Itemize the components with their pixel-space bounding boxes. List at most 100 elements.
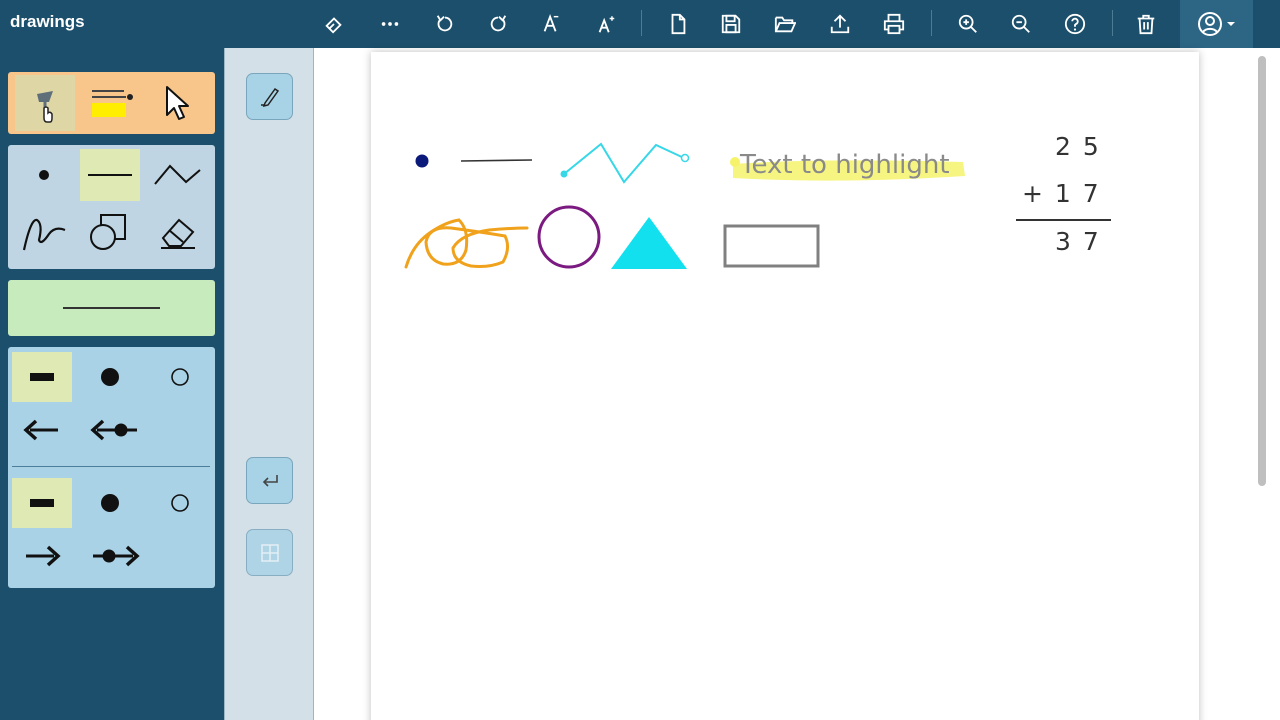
save-icon: [721, 14, 741, 34]
toolbar-separator: [1112, 10, 1113, 36]
highlight-text[interactable]: Text to highlight: [740, 150, 950, 180]
grid-icon: [260, 543, 279, 562]
flat-end-icon: [30, 499, 54, 507]
more-button[interactable]: [373, 8, 407, 40]
freehand-icon: [22, 218, 66, 251]
upload-icon: [830, 14, 850, 34]
side-action-strip: [224, 48, 314, 720]
new-file-button[interactable]: [661, 8, 695, 40]
undo-icon: [436, 15, 453, 32]
freehand-shape-button[interactable]: [14, 203, 74, 261]
eraser-shape-button[interactable]: [148, 203, 208, 261]
font-decrease-button[interactable]: [534, 8, 568, 40]
start-open-circle-button[interactable]: [150, 352, 210, 402]
open-folder-icon: [774, 16, 796, 33]
pencil-icon: [260, 87, 279, 107]
pen-tool-icon: [37, 91, 53, 123]
stroke-width-preview: [63, 307, 160, 309]
delete-button[interactable]: [1129, 8, 1163, 40]
end-dot-arrow-button[interactable]: [80, 531, 150, 581]
open-folder-button[interactable]: [768, 8, 802, 40]
filled-dot-icon: [101, 494, 119, 512]
top-toolbar: drawings: [0, 0, 1280, 48]
font-increase-button[interactable]: [589, 8, 623, 40]
end-open-circle-button[interactable]: [150, 478, 210, 528]
shape-selector: [8, 145, 215, 269]
end-arrow-button[interactable]: [12, 531, 72, 581]
polyline-shape-button[interactable]: [148, 149, 208, 201]
polyline-start-dot[interactable]: [560, 170, 568, 178]
new-file-icon: [671, 13, 686, 35]
font-increase-icon: [598, 16, 615, 33]
end-round-button[interactable]: [80, 478, 140, 528]
drawn-triangle[interactable]: [611, 217, 687, 269]
highlighter-icon: [92, 90, 133, 117]
enter-button[interactable]: [246, 457, 293, 504]
end-flat-button[interactable]: [12, 478, 72, 528]
stroke-width-selector[interactable]: [8, 280, 215, 336]
arrow-right-icon: [26, 545, 61, 567]
font-decrease-icon: [543, 14, 559, 32]
zoom-in-icon: [958, 14, 977, 33]
grid-button[interactable]: [246, 529, 293, 576]
help-button[interactable]: [1058, 8, 1092, 40]
filled-dot-icon: [101, 368, 119, 386]
return-icon: [262, 474, 278, 487]
redo-button[interactable]: [481, 8, 515, 40]
arrow-dot-left-icon: [90, 419, 137, 441]
eraser-icon: [325, 17, 342, 34]
toolbar-separator: [931, 10, 932, 36]
print-icon: [883, 13, 905, 35]
line-icon: [88, 174, 132, 176]
user-icon: [1197, 12, 1235, 36]
toolbar-separator: [641, 10, 642, 36]
vertical-scrollbar[interactable]: [1258, 56, 1266, 486]
shape-tool-button[interactable]: [80, 203, 140, 261]
select-tool-button[interactable]: [146, 75, 206, 131]
open-circle-icon: [171, 368, 189, 386]
print-button[interactable]: [877, 8, 911, 40]
drawn-line[interactable]: [460, 159, 533, 162]
dot-icon: [39, 170, 49, 180]
drawn-dot[interactable]: [415, 154, 429, 168]
drawn-rectangle[interactable]: [723, 224, 820, 268]
zoom-out-icon: [1011, 14, 1030, 33]
tools-panel: [0, 48, 224, 720]
more-icon: [381, 22, 399, 26]
canvas-area[interactable]: Text to highlight 2 5 + 1 7 3 7: [314, 48, 1280, 720]
math-row-1[interactable]: 2 5: [1055, 132, 1101, 161]
highlighter-tool-button[interactable]: [80, 75, 140, 131]
pen-tool-button[interactable]: [15, 75, 75, 131]
start-round-button[interactable]: [80, 352, 140, 402]
math-row-2[interactable]: + 1 7: [1022, 179, 1101, 208]
edit-mode-button[interactable]: [246, 73, 293, 120]
redo-icon: [490, 15, 507, 32]
drawn-circle[interactable]: [537, 205, 601, 269]
open-circle-icon: [171, 494, 189, 512]
polyline-icon: [154, 164, 201, 185]
line-shape-button[interactable]: [80, 149, 140, 201]
help-icon: [1064, 13, 1086, 35]
upload-button[interactable]: [823, 8, 857, 40]
start-arrow-dot-button[interactable]: [80, 405, 150, 455]
dot-shape-button[interactable]: [14, 149, 74, 201]
zoom-in-button[interactable]: [951, 8, 985, 40]
undo-button[interactable]: [428, 8, 462, 40]
eraser-icon: [161, 218, 195, 249]
save-button[interactable]: [714, 8, 748, 40]
arrow-left-icon: [23, 419, 58, 441]
highlight-start-dot[interactable]: [730, 157, 740, 167]
polyline-end-circle[interactable]: [680, 153, 690, 163]
start-arrow-button[interactable]: [12, 405, 72, 455]
zoom-out-button[interactable]: [1004, 8, 1038, 40]
drawing-page[interactable]: Text to highlight 2 5 + 1 7 3 7: [371, 52, 1199, 720]
drawn-polyline[interactable]: [563, 142, 685, 184]
app-title: drawings: [10, 12, 85, 31]
circle-square-icon: [90, 214, 126, 250]
start-flat-button[interactable]: [12, 352, 72, 402]
drawn-freehand[interactable]: [404, 218, 529, 269]
eraser-button[interactable]: [317, 8, 351, 40]
flat-end-icon: [30, 373, 54, 381]
math-result[interactable]: 3 7: [1055, 227, 1101, 256]
user-menu-button[interactable]: [1180, 0, 1253, 48]
